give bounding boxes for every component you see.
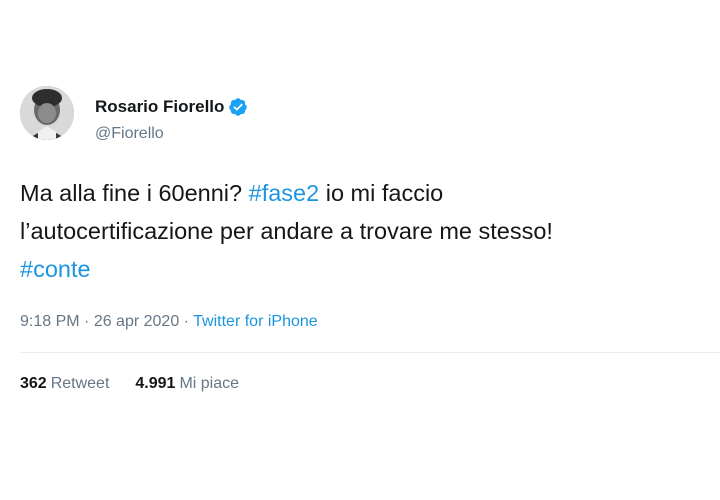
divider	[20, 352, 720, 353]
likes-label: Mi piace	[179, 375, 240, 392]
tweet-stats: 362 Retweet 4.991 Mi piace	[20, 373, 239, 395]
tweet-metadata: 9:18 PM · 26 apr 2020 · Twitter for iPho…	[20, 311, 318, 333]
likes-stat[interactable]: 4.991 Mi piace	[135, 373, 239, 395]
tweet-time[interactable]: 9:18 PM	[20, 313, 80, 330]
meta-separator: ·	[179, 313, 194, 330]
tweet-text: Ma alla fine i 60enni? #fase2 io mi facc…	[20, 174, 710, 288]
meta-separator: ·	[79, 313, 94, 330]
verified-badge-icon	[228, 97, 248, 117]
avatar-image	[20, 86, 74, 140]
tweet-text-segment: Ma alla fine i 60enni?	[20, 180, 249, 206]
tweet-card: Rosario Fiorello @Fiorello Ma alla fine …	[0, 0, 720, 500]
display-name-text: Rosario Fiorello	[95, 97, 225, 116]
retweets-count: 362	[20, 375, 47, 392]
retweets-stat[interactable]: 362 Retweet	[20, 373, 109, 395]
tweet-text-line: Ma alla fine i 60enni? #fase2 io mi facc…	[20, 174, 710, 212]
hashtag-link-conte[interactable]: #conte	[20, 256, 91, 282]
hashtag-link-fase2[interactable]: #fase2	[249, 180, 320, 206]
tweet-text-line: l’autocertificazione per andare a trovar…	[20, 218, 553, 244]
likes-count: 4.991	[135, 375, 176, 392]
display-name[interactable]: Rosario Fiorello	[95, 97, 248, 117]
tweet-text-segment: io mi faccio	[319, 180, 444, 206]
retweets-label: Retweet	[50, 375, 110, 392]
avatar[interactable]	[20, 86, 74, 140]
tweet-source-link[interactable]: Twitter for iPhone	[193, 313, 318, 330]
user-handle[interactable]: @Fiorello	[95, 124, 164, 144]
tweet-text-line: #conte	[20, 250, 710, 288]
tweet-date[interactable]: 26 apr 2020	[94, 313, 179, 330]
